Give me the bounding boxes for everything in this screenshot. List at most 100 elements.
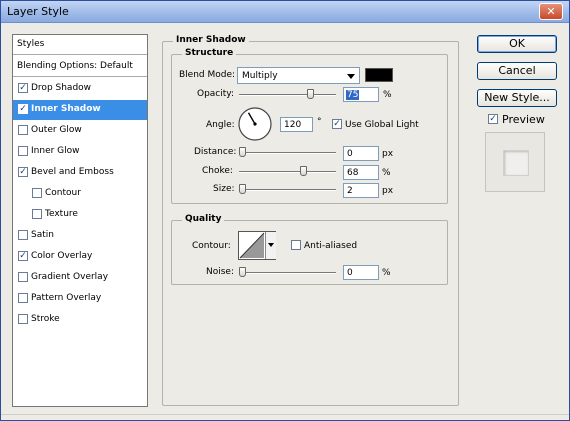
style-item-label: Stroke xyxy=(31,314,60,324)
style-item-inner-shadow[interactable]: ✓ Inner Shadow xyxy=(13,100,147,120)
distance-input[interactable]: 0 xyxy=(343,146,379,161)
preview-checkbox[interactable]: ✓ xyxy=(488,114,498,124)
size-slider[interactable] xyxy=(239,189,336,191)
preview-label: Preview xyxy=(502,113,545,126)
noise-slider[interactable] xyxy=(239,272,336,274)
window-title: Layer Style xyxy=(7,5,69,18)
opacity-unit: % xyxy=(383,90,392,100)
style-item-label: Pattern Overlay xyxy=(31,293,102,303)
style-checkbox[interactable] xyxy=(32,188,42,198)
style-checkbox[interactable]: ✓ xyxy=(18,104,28,114)
bottom-edge xyxy=(1,414,569,420)
blend-mode-label: Blend Mode: xyxy=(179,70,236,80)
style-checkbox[interactable] xyxy=(32,209,42,219)
angle-input[interactable]: 120 xyxy=(280,117,313,132)
blend-mode-select[interactable]: Multiply xyxy=(237,67,360,84)
choke-value: 68 xyxy=(347,168,359,178)
styles-header-label: Styles xyxy=(17,39,45,49)
title-bar[interactable]: Layer Style ✕ xyxy=(1,1,569,23)
style-checkbox[interactable] xyxy=(18,146,28,156)
close-button[interactable]: ✕ xyxy=(539,3,563,20)
size-label: Size: xyxy=(213,184,235,194)
style-checkbox[interactable] xyxy=(18,293,28,303)
style-checkbox[interactable] xyxy=(18,272,28,282)
contour-curve-icon xyxy=(239,232,265,259)
angle-value: 120 xyxy=(284,120,302,130)
style-item-label: Color Overlay xyxy=(31,251,93,261)
style-checkbox[interactable] xyxy=(18,230,28,240)
distance-unit: px xyxy=(382,149,394,159)
style-item-gradient-overlay[interactable]: Gradient Overlay xyxy=(13,268,147,288)
contour-picker[interactable] xyxy=(238,231,276,260)
noise-label: Noise: xyxy=(206,267,234,277)
cancel-button[interactable]: Cancel xyxy=(477,62,557,80)
distance-value: 0 xyxy=(347,149,353,159)
blending-options-item[interactable]: Blending Options: Default xyxy=(13,57,147,77)
style-item-outer-glow[interactable]: Outer Glow xyxy=(13,121,147,141)
style-item-label: Contour xyxy=(45,188,81,198)
opacity-value: 75 xyxy=(346,90,360,100)
anti-aliased-checkbox[interactable] xyxy=(291,240,301,250)
style-checkbox[interactable] xyxy=(18,125,28,135)
style-item-texture[interactable]: Texture xyxy=(13,205,147,225)
new-style-button[interactable]: New Style... xyxy=(477,89,557,107)
distance-slider-thumb[interactable] xyxy=(239,147,246,157)
style-checkbox[interactable]: ✓ xyxy=(18,83,28,93)
style-item-contour[interactable]: Contour xyxy=(13,184,147,204)
noise-slider-thumb[interactable] xyxy=(239,267,246,277)
style-item-label: Gradient Overlay xyxy=(31,272,109,282)
angle-unit: ° xyxy=(317,117,322,127)
style-item-bevel-and-emboss[interactable]: ✓ Bevel and Emboss xyxy=(13,163,147,183)
blend-mode-value: Multiply xyxy=(242,71,278,81)
close-icon: ✕ xyxy=(546,5,556,18)
angle-dial[interactable] xyxy=(237,106,273,142)
style-item-stroke[interactable]: Stroke xyxy=(13,310,147,330)
style-item-inner-glow[interactable]: Inner Glow xyxy=(13,142,147,162)
style-item-label: Texture xyxy=(45,209,78,219)
dropdown-arrow-icon xyxy=(347,74,355,79)
contour-label: Contour: xyxy=(192,241,231,251)
size-unit: px xyxy=(382,186,394,196)
dropdown-arrow-icon xyxy=(268,243,274,247)
opacity-label: Opacity: xyxy=(197,89,234,99)
size-slider-thumb[interactable] xyxy=(239,184,246,194)
size-value: 2 xyxy=(347,186,353,196)
anti-aliased-label: Anti-aliased xyxy=(304,241,358,251)
choke-slider-thumb[interactable] xyxy=(300,166,308,176)
contour-dropdown-button[interactable] xyxy=(265,232,276,259)
noise-input[interactable]: 0 xyxy=(343,265,379,280)
opacity-slider-thumb[interactable] xyxy=(306,89,314,99)
distance-label: Distance: xyxy=(194,147,237,157)
choke-input[interactable]: 68 xyxy=(343,165,379,180)
ok-button[interactable]: OK xyxy=(477,35,557,53)
opacity-input[interactable]: 75 xyxy=(343,87,379,102)
layer-style-dialog: Layer Style ✕ Styles Blending Options: D… xyxy=(0,0,570,421)
style-item-satin[interactable]: Satin xyxy=(13,226,147,246)
style-item-color-overlay[interactable]: ✓ Color Overlay xyxy=(13,247,147,267)
style-item-drop-shadow[interactable]: ✓ Drop Shadow xyxy=(13,79,147,99)
style-item-pattern-overlay[interactable]: Pattern Overlay xyxy=(13,289,147,309)
styles-header[interactable]: Styles xyxy=(13,35,147,55)
style-item-label: Outer Glow xyxy=(31,125,82,135)
style-checkbox[interactable]: ✓ xyxy=(18,167,28,177)
style-preview-swatch xyxy=(503,150,529,176)
shadow-color-swatch[interactable] xyxy=(365,68,393,82)
distance-slider[interactable] xyxy=(239,152,336,154)
style-item-label: Satin xyxy=(31,230,54,240)
size-input[interactable]: 2 xyxy=(343,183,379,198)
style-checkbox[interactable]: ✓ xyxy=(18,251,28,261)
inner-shadow-title: Inner Shadow xyxy=(173,35,249,45)
choke-label: Choke: xyxy=(202,166,233,176)
noise-value: 0 xyxy=(347,268,353,278)
angle-label: Angle: xyxy=(206,120,235,130)
opacity-slider[interactable] xyxy=(239,94,336,96)
use-global-light-checkbox[interactable]: ✓ xyxy=(332,119,342,129)
structure-title: Structure xyxy=(182,48,237,58)
choke-slider[interactable] xyxy=(239,171,336,173)
style-item-label: Drop Shadow xyxy=(31,83,92,93)
style-checkbox[interactable] xyxy=(18,314,28,324)
choke-unit: % xyxy=(382,168,391,178)
style-item-label: Inner Glow xyxy=(31,146,80,156)
blending-options-label: Blending Options: Default xyxy=(17,61,133,71)
noise-unit: % xyxy=(382,268,391,278)
